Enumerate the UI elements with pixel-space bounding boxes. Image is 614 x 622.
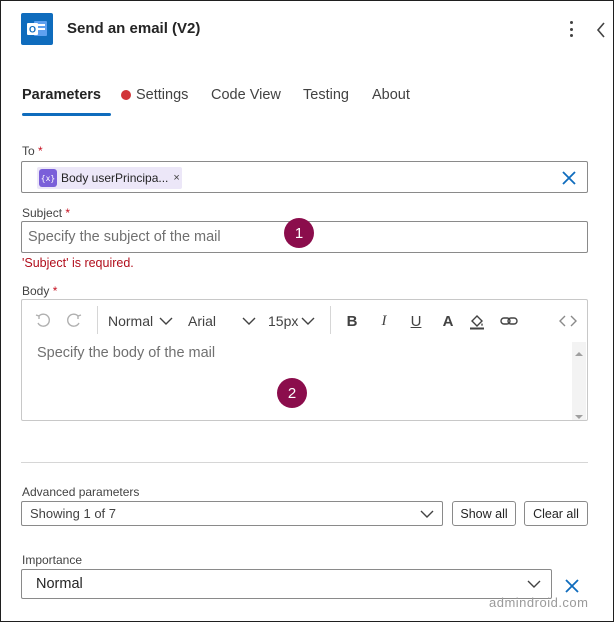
body-editor[interactable]: Normal Arial 15px B I U A Specify the bo…: [21, 299, 588, 421]
body-editor-placeholder[interactable]: Specify the body of the mail: [37, 345, 215, 361]
subject-label: Subject *: [22, 206, 70, 220]
panel-frame: O Send an email (V2) Parameters Settings…: [0, 0, 614, 622]
importance-label: Importance: [22, 553, 83, 567]
callout-marker-2: 2: [277, 378, 307, 408]
scroll-up-icon[interactable]: [574, 345, 584, 363]
outlook-icon: O: [21, 13, 53, 45]
callout-marker-1: 1: [284, 218, 314, 248]
watermark: admindroid.com: [489, 595, 589, 610]
subject-label-text: Subject: [22, 206, 63, 220]
required-marker: *: [52, 284, 58, 298]
expression-icon: {x}: [39, 169, 57, 187]
underline-button[interactable]: U: [407, 311, 425, 331]
chevron-down-icon: [420, 510, 434, 518]
tab-code-view[interactable]: Code View: [211, 87, 281, 103]
chevron-down-icon: [527, 580, 541, 588]
chevron-down-icon: [242, 317, 256, 325]
show-all-button[interactable]: Show all: [452, 501, 516, 526]
advanced-parameters-value: Showing 1 of 7: [30, 506, 117, 521]
required-marker: *: [38, 144, 43, 158]
section-divider: [21, 462, 588, 463]
more-options-icon[interactable]: [565, 19, 577, 39]
toolbar-separator: [330, 306, 331, 334]
clear-icon[interactable]: [561, 170, 577, 186]
link-icon[interactable]: [499, 311, 519, 331]
error-indicator: [121, 90, 131, 100]
chevron-down-icon: [301, 317, 315, 325]
tab-about[interactable]: About: [372, 87, 410, 103]
italic-button[interactable]: I: [375, 311, 393, 331]
to-label-text: To: [22, 144, 35, 158]
advanced-parameters-label: Advanced parameters: [22, 485, 140, 499]
tab-testing[interactable]: Testing: [303, 87, 349, 103]
body-label-text: Body: [22, 284, 50, 298]
importance-value: Normal: [36, 576, 83, 592]
highlight-icon[interactable]: [468, 311, 486, 331]
bold-icon: B: [346, 312, 358, 330]
italic-icon: I: [381, 312, 387, 329]
clear-icon[interactable]: [564, 578, 580, 594]
tab-settings[interactable]: Settings: [136, 87, 188, 103]
font-size-dropdown[interactable]: 15px: [268, 313, 315, 329]
to-field[interactable]: {x} Body userPrincipa... ×: [21, 161, 588, 193]
editor-toolbar: Normal Arial 15px B I U A: [22, 300, 587, 342]
code-view-icon[interactable]: [558, 311, 578, 331]
paragraph-style-dropdown[interactable]: Normal: [108, 313, 173, 329]
font-size-value: 15px: [268, 313, 299, 329]
clear-all-button[interactable]: Clear all: [524, 501, 588, 526]
bold-button[interactable]: B: [343, 311, 361, 331]
subject-error-message: 'Subject' is required.: [22, 256, 134, 270]
chevron-down-icon: [159, 317, 173, 325]
body-label: Body *: [22, 284, 57, 298]
scroll-down-icon[interactable]: [574, 408, 584, 426]
redo-icon[interactable]: [65, 311, 83, 331]
active-tab-indicator: [22, 113, 111, 116]
page-title: Send an email (V2): [67, 20, 201, 37]
toolbar-separator: [97, 306, 98, 334]
svg-text:O: O: [29, 25, 36, 35]
font-color-icon: A: [442, 312, 454, 330]
tab-parameters[interactable]: Parameters: [22, 87, 101, 103]
required-marker: *: [65, 206, 71, 220]
font-family-dropdown[interactable]: Arial: [188, 313, 256, 329]
to-label: To *: [22, 144, 43, 158]
paragraph-style-value: Normal: [108, 313, 154, 329]
font-color-button[interactable]: A: [439, 311, 457, 331]
undo-icon[interactable]: [34, 311, 52, 331]
underline-icon: U: [410, 312, 422, 330]
font-family-value: Arial: [188, 313, 217, 329]
advanced-parameters-dropdown[interactable]: Showing 1 of 7: [21, 501, 443, 526]
token-label: Body userPrincipa...: [61, 171, 169, 185]
chevron-left-icon[interactable]: [595, 21, 607, 39]
dynamic-content-token[interactable]: {x} Body userPrincipa... ×: [37, 167, 182, 189]
remove-token-button[interactable]: ×: [173, 172, 179, 184]
importance-dropdown[interactable]: Normal: [21, 569, 552, 599]
